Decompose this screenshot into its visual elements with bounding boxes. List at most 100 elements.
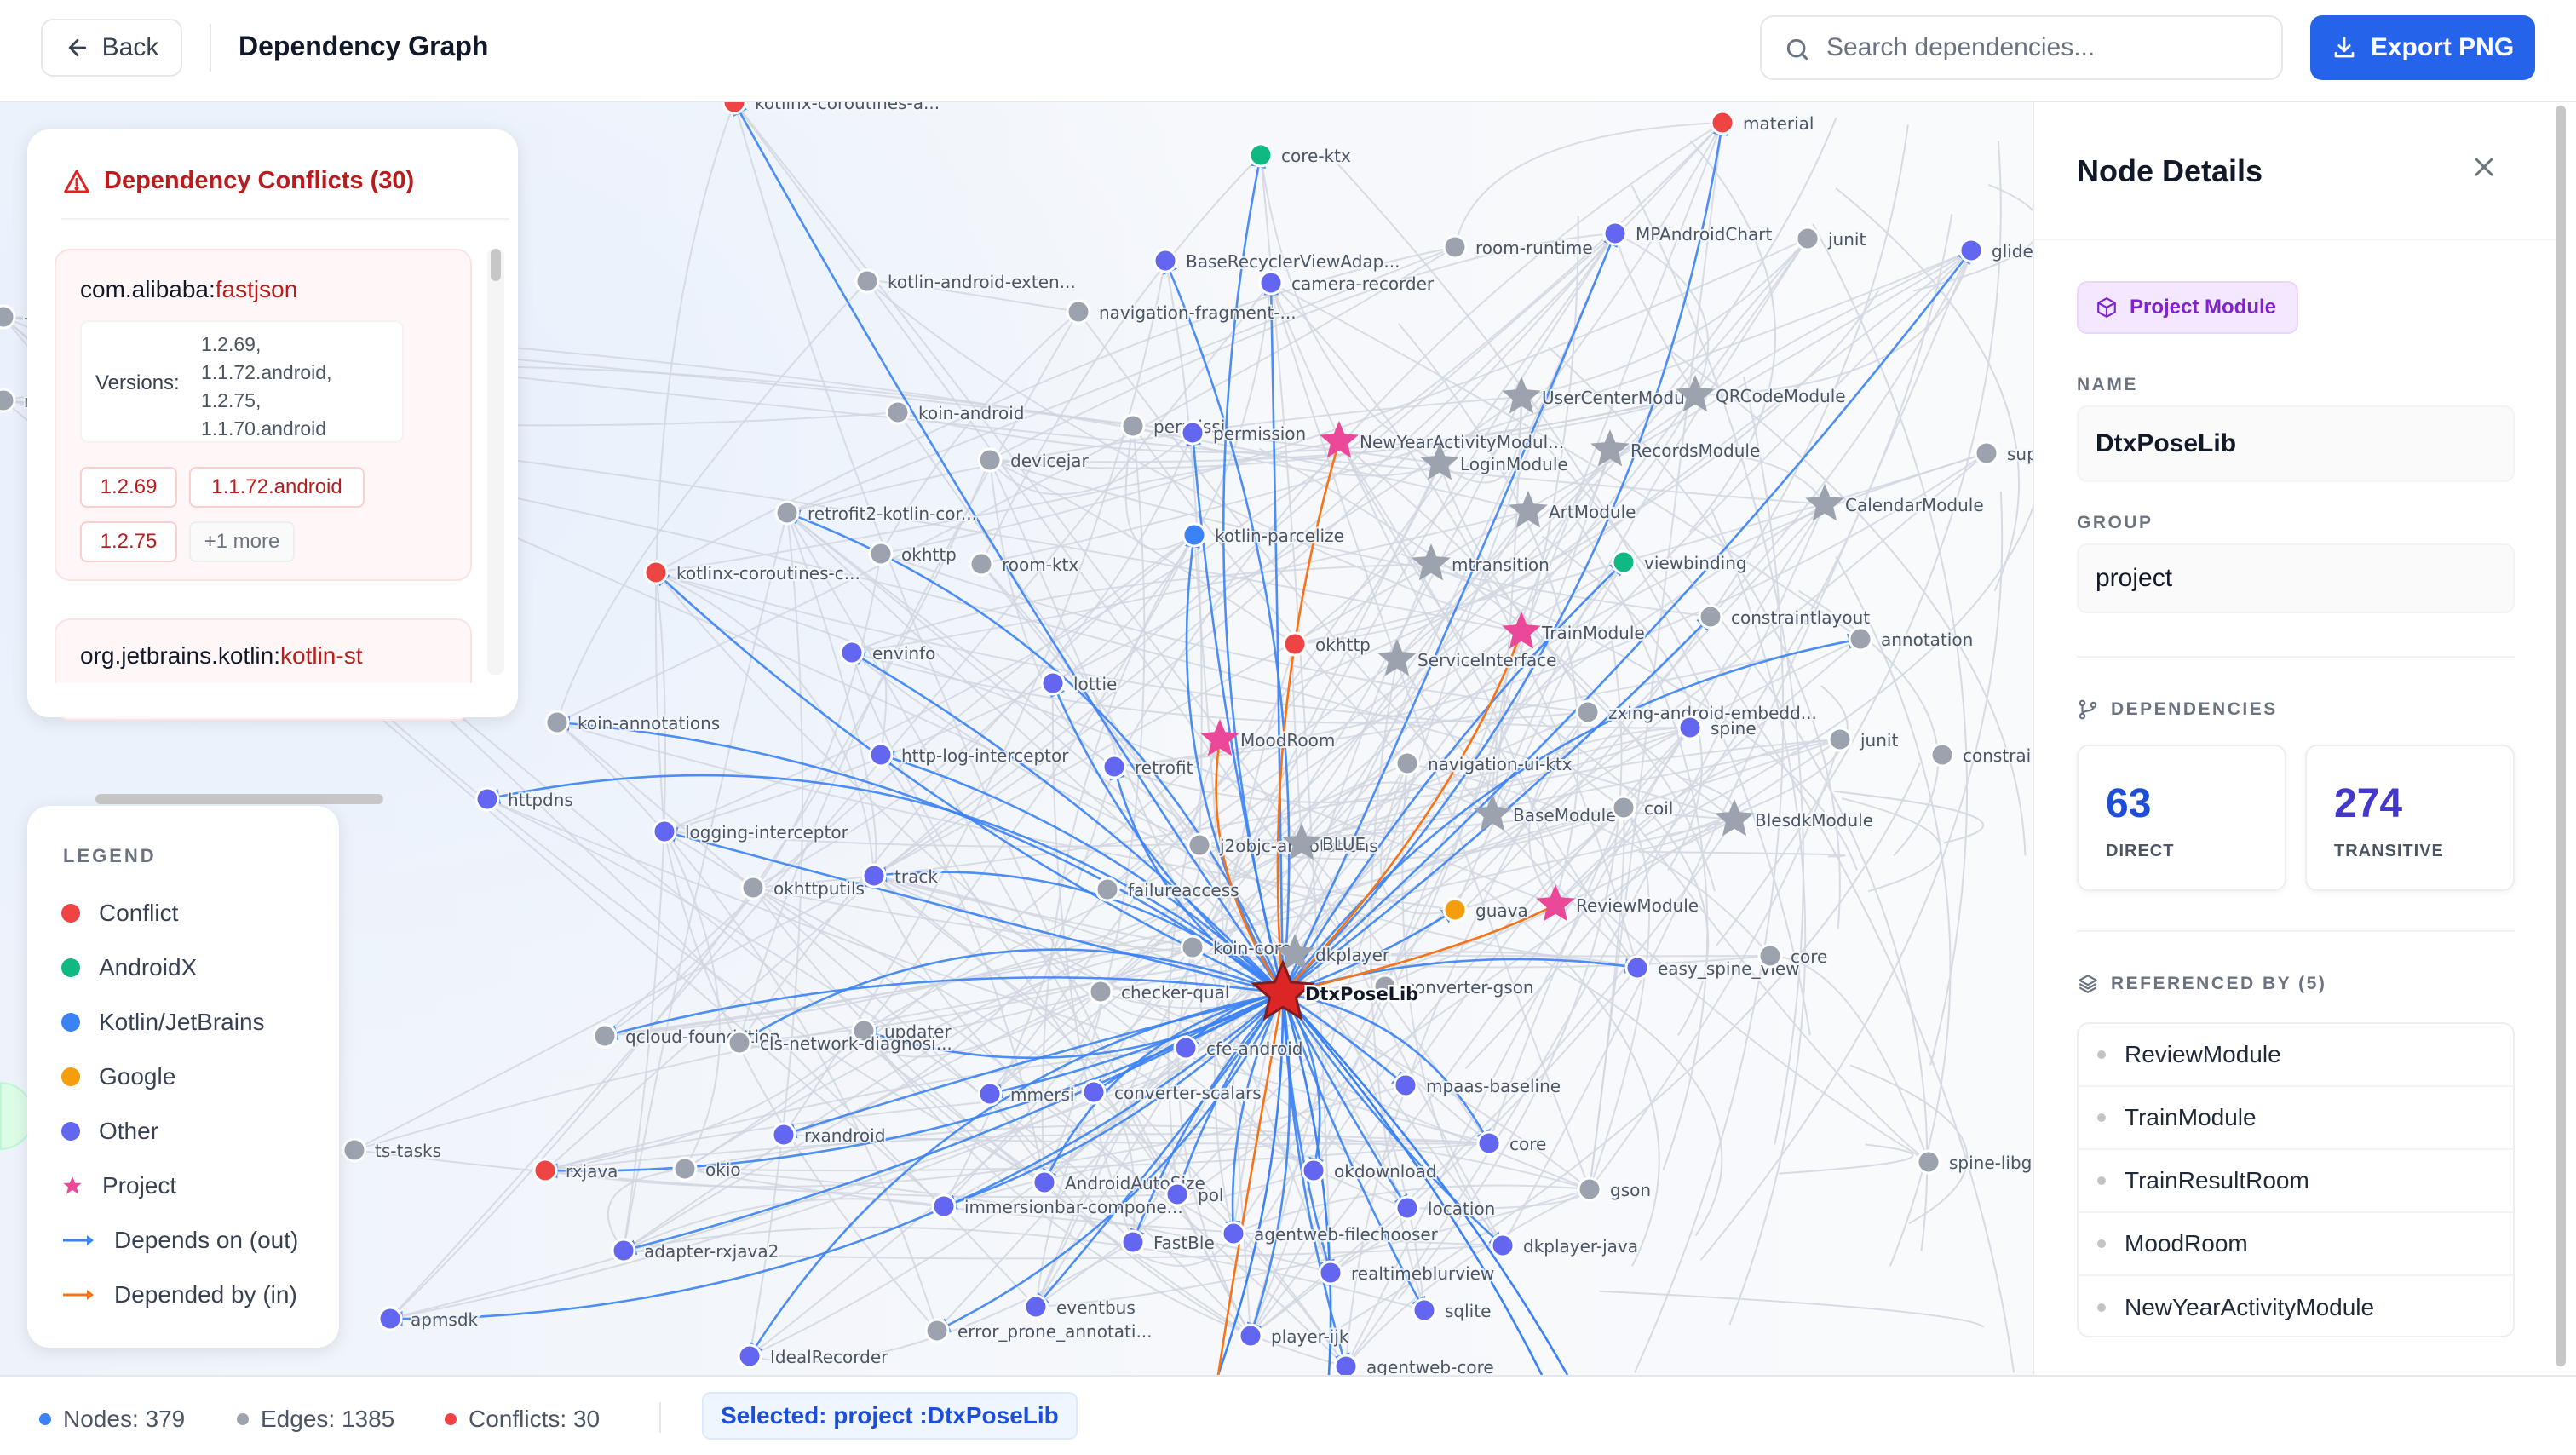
graph-node[interactable]: gson (1577, 1176, 1653, 1202)
back-button[interactable]: Back (41, 19, 182, 77)
header-divider (210, 24, 211, 72)
export-label: Export PNG (2370, 33, 2515, 61)
graph-node[interactable]: kotlinx-coroutines-c... (643, 560, 862, 585)
graph-node[interactable]: guava (1442, 897, 1530, 923)
graph-node[interactable]: ts-tasks (342, 1137, 443, 1163)
graph-node[interactable]: sup (1974, 440, 2033, 466)
close-icon[interactable] (2469, 152, 2499, 182)
conflict-item[interactable]: com.alibaba:fastjson Versions: 1.2.69, 1… (55, 249, 472, 581)
bullet-icon (2097, 1303, 2106, 1312)
graph-node[interactable]: core-ktx (1248, 142, 1353, 168)
version-chip[interactable]: 1.2.69 (80, 467, 177, 508)
graph-node[interactable]: sqlite (1412, 1297, 1492, 1323)
graph-node-label: okhttputils (773, 878, 865, 899)
graph-node[interactable]: player-ijk (1238, 1323, 1351, 1349)
graph-node[interactable]: cls-network-diagnosi... (727, 1030, 954, 1055)
graph-node[interactable]: httpdns (474, 786, 575, 812)
graph-node[interactable]: okio (672, 1156, 743, 1182)
graph-node-label: player-ijk (1271, 1326, 1349, 1347)
graph-node-label: http-log-interceptor (901, 745, 1069, 766)
referenced-by-item[interactable]: ReviewModule (2079, 1024, 2513, 1087)
graph-node[interactable]: error_prone_annotati... (924, 1318, 1154, 1343)
graph-node[interactable]: kotlinx-coroutines-a... (722, 102, 941, 115)
graph-node[interactable]: rxjava (532, 1158, 619, 1183)
name-value: DtxPoseLib (2077, 405, 2515, 482)
graph-node[interactable]: apmsdk (377, 1306, 480, 1331)
graph-node[interactable]: track (861, 863, 940, 889)
conflicts-scrollbar-vertical[interactable] (491, 249, 501, 281)
graph-node[interactable]: koin-android (885, 400, 1026, 425)
graph-node[interactable]: lottie (1040, 670, 1118, 696)
panel-scrollbar[interactable] (2556, 106, 2566, 1372)
graph-node[interactable]: rxandroid (771, 1122, 887, 1147)
graph-node[interactable]: room-runtime (1442, 234, 1595, 260)
graph-node[interactable]: material (1710, 110, 1815, 135)
conflicts-scrollbar-horizontal[interactable] (95, 794, 383, 804)
selected-node-badge[interactable]: Selected: project :DtxPoseLib (702, 1392, 1078, 1440)
graph-node[interactable]: FastBle (1120, 1229, 1216, 1255)
graph-node[interactable]: junit (1795, 226, 1867, 251)
bullet-icon (2097, 1113, 2106, 1122)
graph-node[interactable]: spine-libg (1916, 1149, 2033, 1175)
graph-node[interactable]: okhttputils (740, 875, 866, 900)
graph-node-label: dkplayer-java (1523, 1236, 1638, 1257)
more-versions-chip[interactable]: +1 more (189, 521, 295, 562)
graph-node[interactable]: koin-core (1180, 935, 1293, 960)
graph-node-label: mtransition (1452, 555, 1550, 575)
referenced-by-item[interactable]: NewYearActivityModule (2079, 1276, 2513, 1339)
graph-node[interactable]: envinfo (839, 640, 937, 665)
graph-node[interactable]: mmersi (977, 1081, 1076, 1107)
panel-title: Node Details (2077, 153, 2263, 188)
graph-node[interactable]: MoodRoom (1200, 719, 1337, 756)
referenced-by-item[interactable]: TrainModule (2079, 1087, 2513, 1150)
graph-node[interactable]: okdownload (1301, 1158, 1439, 1183)
version-chip[interactable]: 1.1.72.android (189, 467, 365, 508)
graph-node[interactable]: eventbus (1023, 1294, 1137, 1320)
graph-node-label: dkplayer (1315, 945, 1390, 965)
graph-node[interactable]: navigation-fragment-... (1066, 299, 1298, 325)
graph-node[interactable]: BlesdkModule (1715, 799, 1875, 837)
graph-node[interactable]: agentweb-core (1333, 1354, 1496, 1375)
graph-node[interactable]: IdealRecorder (737, 1343, 890, 1369)
graph-node[interactable]: viewbinding (1611, 549, 1749, 575)
search-input[interactable] (1826, 33, 2252, 62)
graph-node[interactable]: immersionbar-compone... (931, 1193, 1185, 1219)
orange-dot-icon (61, 1067, 80, 1086)
graph-node[interactable]: okhttp (868, 541, 958, 566)
graph-node[interactable]: permission (1180, 420, 1308, 446)
referenced-by-item[interactable]: MoodRoom (2079, 1213, 2513, 1276)
graph-node[interactable]: devicejar (977, 447, 1091, 473)
graph-node[interactable]: glide (1958, 238, 2033, 263)
conflicts-divider (61, 218, 509, 220)
graph-node[interactable]: okhttp (1282, 631, 1372, 657)
graph-node-label: adapter-rxjava2 (644, 1241, 779, 1262)
status-nodes: Nodes: 379 (39, 1406, 185, 1433)
graph-node[interactable]: kotlin-android-exten... (854, 268, 1078, 294)
graph-node[interactable]: dkplayer-java (1490, 1233, 1640, 1258)
graph-node-label: sup (2007, 444, 2033, 464)
graph-node[interactable]: realtimeblurview (1318, 1260, 1496, 1285)
conflict-name: org.jetbrains.kotlin:kotlin-st (80, 642, 363, 669)
graph-node[interactable]: UserCenterModu (1502, 377, 1687, 414)
graph-node[interactable]: permissi (1120, 413, 1227, 439)
graph-node[interactable]: retrofit (1101, 754, 1195, 779)
graph-node[interactable]: CalendarModule (1805, 484, 1986, 521)
graph-node[interactable]: core (1757, 943, 1829, 969)
graph-node[interactable]: core (1476, 1130, 1548, 1156)
graph-node[interactable]: junit (1827, 727, 1900, 752)
graph-node-label: cls-network-diagnosi... (760, 1033, 952, 1054)
export-png-button[interactable]: Export PNG (2310, 15, 2535, 80)
graph-node[interactable]: constrai (1929, 742, 2033, 768)
graph-node[interactable]: spine (1677, 715, 1758, 740)
graph-node[interactable]: annotation (1848, 626, 1975, 652)
graph-node[interactable]: BaseRecyclerViewAdap... (1153, 248, 1401, 273)
graph-node[interactable]: location (1394, 1195, 1497, 1221)
search-box[interactable] (1760, 15, 2283, 80)
graph-node[interactable]: cfe-android (1173, 1035, 1304, 1061)
graph-node[interactable]: qcloud-foundation (592, 1023, 782, 1049)
graph-node-label: eventbus (1056, 1297, 1136, 1318)
graph-node[interactable]: agentweb-filechooser (1221, 1221, 1440, 1246)
referenced-by-item[interactable]: TrainResultRoom (2079, 1150, 2513, 1213)
version-chip[interactable]: 1.2.75 (80, 521, 177, 562)
graph-node[interactable]: room-ktx (969, 551, 1080, 577)
